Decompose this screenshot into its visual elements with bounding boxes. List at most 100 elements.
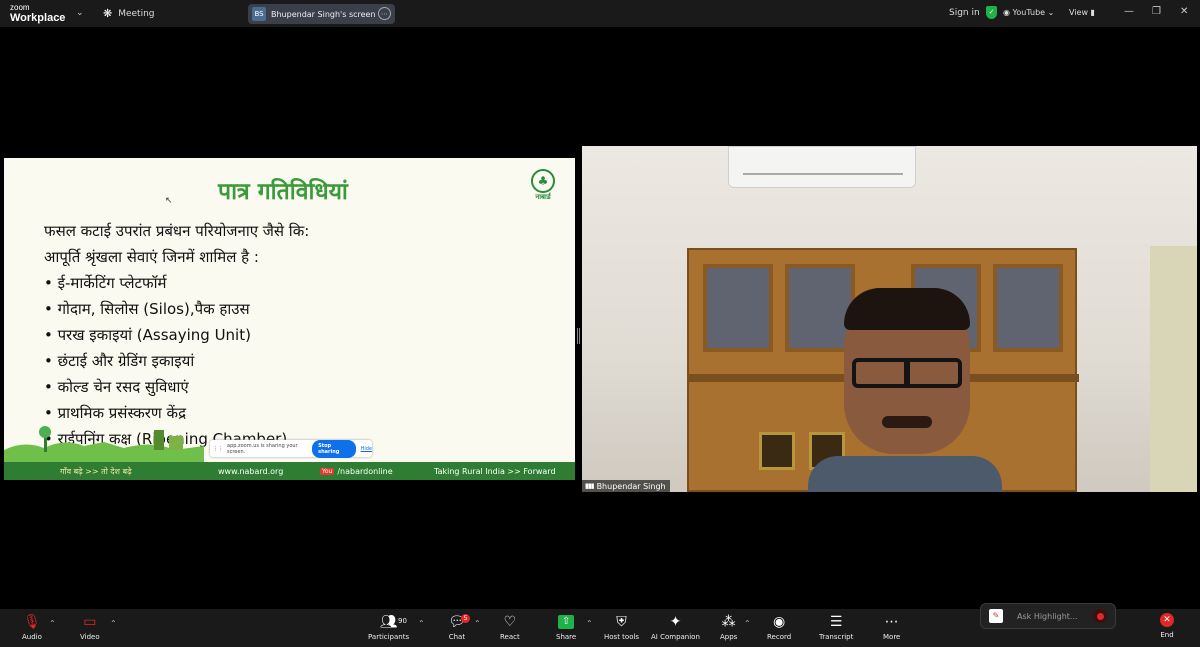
more-label: More	[883, 633, 901, 641]
footer-youtube-handle: /nabardonline	[337, 466, 393, 476]
avatar: BS	[252, 7, 266, 21]
logo-line2: Workplace	[10, 12, 66, 24]
participant-person	[808, 288, 1002, 492]
slide-footer: गाँव बढ़े >> तो देश बढ़े www.nabard.org …	[4, 462, 575, 480]
apps-button[interactable]: ⁂ Apps	[720, 613, 737, 641]
ai-companion-button[interactable]: ✦ AI Companion	[651, 613, 700, 641]
audio-button[interactable]: 🎙︎ Audio	[22, 613, 42, 641]
sparkle-icon: ✦	[669, 614, 682, 630]
highlight-app-icon: ✎	[989, 609, 1003, 623]
record-dot-icon[interactable]	[1093, 609, 1107, 623]
transcript-label: Transcript	[819, 633, 854, 641]
host-tools-button[interactable]: ⛨ Host tools	[604, 613, 639, 641]
restore-icon[interactable]: ❐	[1152, 6, 1161, 17]
youtube-icon: You	[320, 467, 335, 475]
slide-line: • ई-मार्केटिंग प्लेटफॉर्म	[44, 274, 167, 292]
video-button[interactable]: ▭ Video	[80, 613, 100, 641]
panel-resize-handle[interactable]	[577, 328, 580, 344]
slide-line: फसल कटाई उपरांत प्रबंधन परियोजनाए जैसे क…	[44, 222, 310, 240]
record-button[interactable]: ◉ Record	[767, 613, 791, 641]
tree-icon: ♣	[531, 169, 555, 193]
meeting-label: Meeting	[118, 8, 155, 19]
landscape-illustration	[4, 426, 204, 464]
nabard-logo: ♣ नाबार्ड	[529, 169, 557, 207]
slide-line: • परख इकाइयां (Assaying Unit)	[44, 326, 251, 344]
footer-youtube: You /nabardonline	[320, 467, 393, 476]
share-button[interactable]: ⇧ Share	[556, 613, 576, 641]
screen-share-pill[interactable]: BS Bhupendar Singh's screen ⋯	[248, 4, 395, 24]
apps-icon: ⁂	[721, 614, 736, 630]
close-icon[interactable]: ✕	[1180, 6, 1188, 17]
screen-sharing-notice: ⋮⋮ app.zoom.us is sharing your screen. S…	[210, 439, 372, 458]
record-label: Record	[767, 633, 792, 641]
chevron-up-icon[interactable]: ⌃	[586, 619, 593, 628]
record-icon: ◉	[772, 614, 786, 630]
chat-unread-badge: 5	[461, 614, 470, 623]
slide-content: फसल कटाई उपरांत प्रबंधन परियोजनाए जैसे क…	[44, 218, 309, 452]
chevron-down-icon[interactable]: ⌄	[76, 8, 84, 18]
footer-website: www.nabard.org	[218, 466, 284, 476]
top-bar: zoom Workplace ⌄ ❋ Meeting BS Bhupendar …	[0, 0, 1200, 27]
wall-map	[1150, 246, 1197, 492]
react-button[interactable]: ♡ React	[500, 613, 520, 641]
participant-name-tag: ▮▮▮ Bhupendar Singh	[582, 480, 670, 492]
end-label: End	[1160, 631, 1174, 639]
more-options-icon[interactable]: ⋯	[378, 7, 391, 20]
youtube-label: YouTube	[1012, 8, 1046, 17]
nabard-name: नाबार्ड	[535, 193, 551, 201]
meeting-menu[interactable]: ❋ Meeting	[103, 7, 155, 20]
chevron-up-icon[interactable]: ⌃	[110, 619, 117, 628]
heart-icon: ♡	[503, 614, 517, 630]
ai-companion-label: AI Companion	[651, 633, 700, 641]
slide-line: • कोल्ड चेन रसद सुविधाएं	[44, 378, 189, 396]
more-icon: ⋯	[884, 614, 899, 630]
participant-video[interactable]	[582, 146, 1197, 492]
share-label: Bhupendar Singh's screen	[271, 9, 376, 19]
transcript-icon: ☰	[829, 614, 843, 630]
video-off-icon: ▭	[83, 614, 97, 630]
footer-motto: Taking Rural India >> Forward	[434, 466, 556, 476]
slide-line: आपूर्ति श्रृंखला सेवाएं जिनमें शामिल है …	[44, 248, 259, 266]
chevron-up-icon[interactable]: ⌃	[474, 619, 481, 628]
video-label: Video	[80, 633, 100, 641]
chat-label: Chat	[448, 633, 466, 641]
chevron-up-icon[interactable]: ⌃	[418, 619, 425, 628]
transcript-button[interactable]: ☰ Transcript	[819, 613, 853, 641]
share-label: Share	[556, 633, 577, 641]
minimize-icon[interactable]: —	[1124, 6, 1134, 17]
slide-title: पात्र गतिविधियां	[218, 178, 348, 205]
signal-icon: ▮▮▮	[585, 482, 595, 490]
end-call-icon: ✕	[1160, 613, 1174, 627]
shield-check-icon[interactable]: ✓	[986, 6, 997, 19]
people-icon: 👥︎	[379, 614, 398, 630]
react-label: React	[500, 633, 520, 641]
apps-label: Apps	[720, 633, 738, 641]
slide-line: • गोदाम, सिलोस (Silos),पैक हाउस	[44, 300, 250, 318]
audio-label: Audio	[22, 633, 42, 641]
sharing-message: app.zoom.us is sharing your screen.	[227, 442, 298, 455]
participant-name: Bhupendar Singh	[596, 481, 666, 491]
info-icon: ⋮⋮	[213, 445, 223, 452]
youtube-stream-menu[interactable]: ◉ YouTube ⌄	[1003, 8, 1054, 17]
more-button[interactable]: ⋯ More	[883, 613, 900, 641]
zoom-logo: zoom Workplace	[10, 3, 66, 24]
stop-sharing-button[interactable]: Stop sharing	[312, 439, 356, 458]
view-menu[interactable]: View ▮	[1069, 8, 1095, 17]
ask-highlight-input[interactable]: Ask Highlight...	[1017, 612, 1078, 621]
ask-highlight-widget[interactable]: ✎ Ask Highlight...	[980, 603, 1116, 629]
end-button[interactable]: ✕ End	[1160, 613, 1174, 639]
shared-screen: पात्र गतिविधियां ♣ नाबार्ड ↖ फसल कटाई उप…	[4, 158, 575, 480]
stream-icon: ◉	[1003, 8, 1013, 17]
paw-icon: ❋	[103, 7, 113, 20]
participants-count: 90	[398, 617, 407, 625]
shield-icon: ⛨	[616, 614, 627, 630]
sign-in-link[interactable]: Sign in	[949, 8, 980, 18]
host-tools-label: Host tools	[604, 633, 640, 641]
chevron-up-icon[interactable]: ⌃	[744, 619, 751, 628]
footer-tagline: गाँव बढ़े >> तो देश बढ़े	[60, 466, 132, 476]
chevron-up-icon[interactable]: ⌃	[49, 619, 56, 628]
slide-line: • छंटाई और ग्रेडिंग इकाइयां	[44, 352, 195, 370]
hide-link[interactable]: Hide	[361, 446, 372, 452]
view-label: View	[1069, 8, 1088, 17]
mic-muted-icon: 🎙︎	[23, 614, 41, 630]
